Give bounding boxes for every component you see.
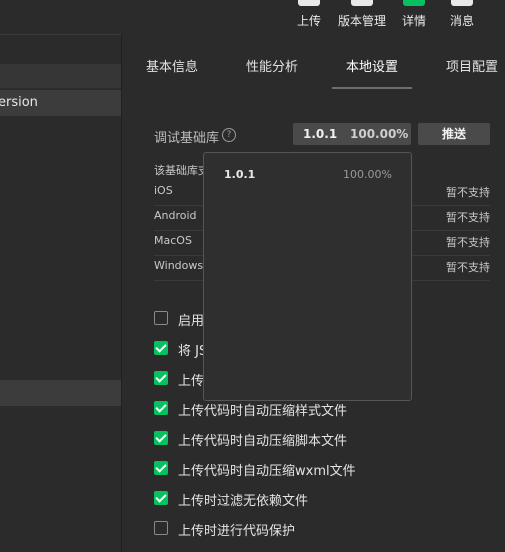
- support-header: 该基础库支: [154, 164, 209, 177]
- details-icon: [403, 0, 425, 6]
- checkbox[interactable]: [154, 521, 168, 535]
- checkbox[interactable]: [154, 371, 168, 385]
- sidebar-item-version[interactable]: ersion: [0, 90, 121, 116]
- debug-lib-label: 调试基础库: [154, 131, 220, 146]
- dropdown-option-version: 1.0.1: [224, 168, 256, 181]
- checkbox[interactable]: [154, 461, 168, 475]
- checkbox[interactable]: [154, 401, 168, 415]
- upload-button[interactable]: 上传: [281, 0, 337, 34]
- option-label: 上传代码时自动压缩脚本文件: [178, 434, 348, 449]
- tab-project-config[interactable]: 项目配置: [446, 56, 498, 75]
- debug-lib-version-select[interactable]: 1.0.1 100.00%: [293, 123, 411, 145]
- tab-basic-info[interactable]: 基本信息: [146, 56, 198, 75]
- version-management-button[interactable]: 版本管理: [334, 0, 390, 34]
- system-status: 暂不支持: [446, 236, 490, 249]
- checkbox[interactable]: [154, 491, 168, 505]
- message-button[interactable]: 消息: [434, 0, 490, 34]
- option-label: 上传代码时自动压缩样式文件: [178, 404, 348, 419]
- message-icon: [451, 0, 473, 6]
- top-toolbar: 上传 版本管理 详情 消息: [0, 0, 505, 34]
- checkbox[interactable]: [154, 431, 168, 445]
- system-name: iOS: [154, 184, 173, 197]
- option-label: 上传: [178, 374, 205, 389]
- push-button[interactable]: 推送: [418, 123, 490, 145]
- system-name: Android: [154, 209, 197, 222]
- sidebar-item-selected[interactable]: [0, 380, 121, 406]
- message-label: 消息: [449, 14, 474, 28]
- option-label: 启用: [178, 314, 205, 329]
- help-icon[interactable]: ?: [222, 128, 236, 142]
- divider: [0, 34, 121, 35]
- option-label: 上传时进行代码保护: [178, 524, 296, 539]
- sidebar-header-row: [0, 64, 121, 88]
- left-panel: ersion: [0, 34, 122, 552]
- tab-performance[interactable]: 性能分析: [246, 56, 298, 75]
- sidebar-item-label: ersion: [0, 95, 38, 110]
- dropdown-option-percent: 100.00%: [343, 168, 392, 181]
- active-tab-indicator: [332, 87, 412, 89]
- dropdown-option[interactable]: 1.0.1 100.00%: [204, 153, 411, 193]
- tab-local-settings[interactable]: 本地设置: [346, 56, 398, 75]
- system-status: 暂不支持: [446, 211, 490, 224]
- checkbox[interactable]: [154, 341, 168, 355]
- system-status: 暂不支持: [446, 261, 490, 274]
- version-dropdown: 1.0.1 100.00%: [203, 152, 412, 401]
- system-name: MacOS: [154, 234, 192, 247]
- upload-label: 上传: [296, 14, 321, 28]
- system-status: 暂不支持: [446, 186, 490, 199]
- version-management-label: 版本管理: [337, 14, 386, 28]
- option-label: 上传时过滤无依赖文件: [178, 494, 309, 509]
- checkbox[interactable]: [154, 311, 168, 325]
- option-label: 上传代码时自动压缩wxml文件: [178, 464, 356, 479]
- version-icon: [351, 0, 373, 6]
- system-name: Windows: [154, 259, 204, 272]
- settings-tabs: 基本信息 性能分析 本地设置 项目配置: [122, 34, 505, 90]
- selected-percent: 100.00%: [350, 127, 409, 141]
- selected-version: 1.0.1: [303, 127, 338, 141]
- upload-icon: [298, 0, 320, 6]
